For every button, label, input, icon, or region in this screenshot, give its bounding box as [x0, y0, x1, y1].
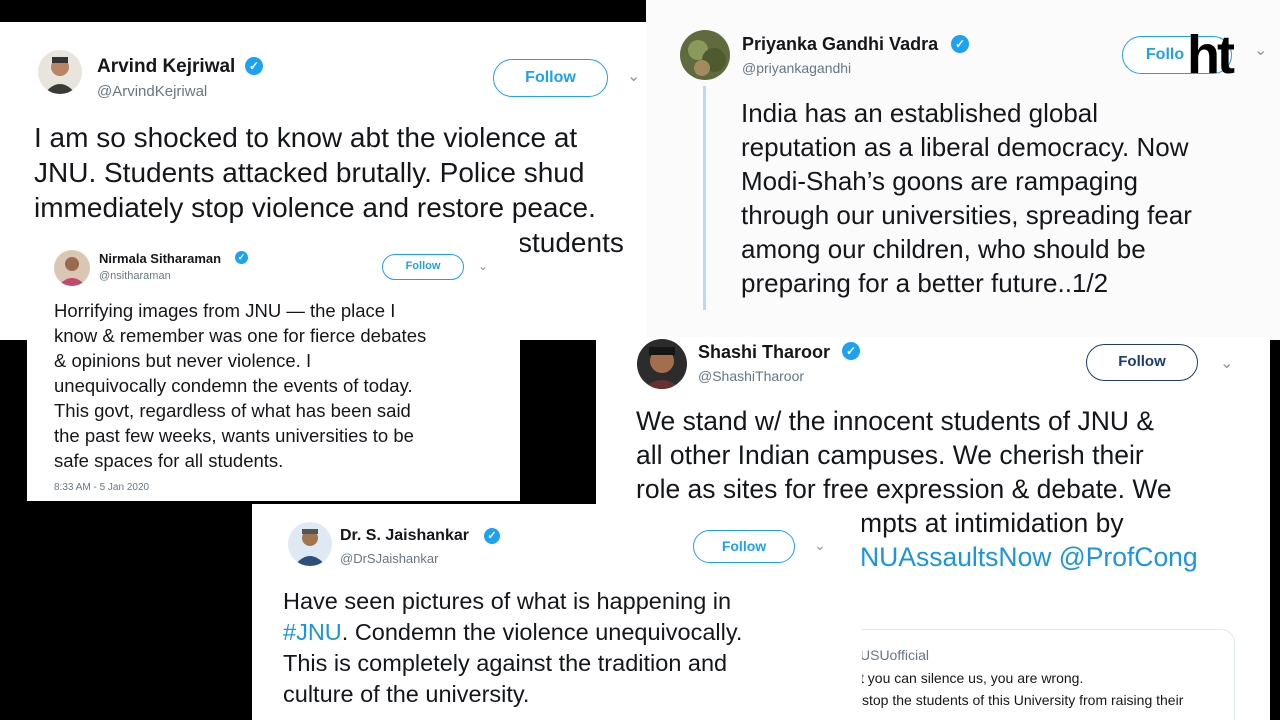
author-handle[interactable]: @nsitharaman — [99, 270, 171, 282]
tweet-text-line: mpts at intimidation by — [860, 508, 1124, 538]
profile-photo-icon — [643, 347, 681, 389]
chevron-down-icon[interactable]: ⌄ — [478, 259, 488, 273]
avatar[interactable] — [54, 250, 90, 286]
profile-photo-icon — [58, 257, 86, 286]
author-handle[interactable]: @ArvindKejriwal — [97, 83, 207, 100]
tweet-card-jaishankar: Dr. S. Jaishankar ✓ @DrSJaishankar Follo… — [252, 504, 862, 720]
author-handle[interactable]: @priyankagandhi — [742, 60, 851, 76]
profile-photo-icon — [294, 529, 326, 566]
tweet-card-priyanka: Priyanka Gandhi Vadra ✓ @priyankagandhi … — [646, 0, 1280, 340]
tweet-text-line: culture of the university. — [283, 681, 530, 707]
tweet-text-line: all other Indian campuses. We cherish th… — [636, 440, 1144, 470]
ht-logo: ht — [1187, 25, 1235, 85]
tweet-text-line: This is completely against the tradition… — [283, 650, 728, 676]
tweet-card-nirmala: Nirmala Sitharaman ✓ @nsitharaman Follow… — [27, 237, 520, 501]
tweet-text-line: #JNU. Condemn the violence unequivocally… — [283, 619, 742, 646]
chevron-down-icon[interactable]: ⌄ — [814, 537, 826, 554]
author-name[interactable]: Shashi Tharoor — [698, 342, 830, 363]
verified-badge-icon: ✓ — [235, 251, 248, 264]
follow-button[interactable]: Follow — [1086, 344, 1198, 381]
tweet-text-line: students — [518, 227, 624, 258]
author-name[interactable]: Nirmala Sitharaman — [99, 251, 221, 266]
tweet-text-line: JNU. Students attacked brutally. Police … — [34, 157, 585, 188]
follow-button[interactable]: Follow — [382, 254, 464, 280]
chevron-down-icon[interactable]: ⌄ — [627, 66, 640, 86]
avatar[interactable] — [680, 30, 730, 80]
thread-line — [703, 86, 706, 310]
profile-photo-icon — [688, 40, 726, 76]
follow-button[interactable]: Follow — [493, 59, 608, 97]
quoted-handle[interactable]: USUofficial — [860, 647, 929, 663]
tweet-text-span: . Condemn the violence unequivocally. — [341, 619, 743, 645]
verified-badge-icon: ✓ — [951, 35, 969, 53]
author-name[interactable]: Dr. S. Jaishankar — [340, 527, 469, 545]
tweet-text-line: immediately stop violence and restore pe… — [34, 192, 596, 223]
avatar[interactable] — [637, 339, 687, 389]
author-handle[interactable]: @DrSJaishankar — [340, 551, 438, 566]
tweet-text-line: Have seen pictures of what is happening … — [283, 588, 732, 614]
verified-badge-icon: ✓ — [484, 528, 500, 544]
timestamp[interactable]: 8:33 AM - 5 Jan 2020 — [54, 482, 149, 493]
chevron-down-icon[interactable]: ⌄ — [1254, 40, 1267, 60]
quoted-text-line: t you can silence us, you are wrong. — [860, 670, 1084, 686]
author-handle[interactable]: @ShashiTharoor — [698, 368, 804, 384]
profile-photo-icon — [44, 57, 76, 94]
tweet-text-line: I am so shocked to know abt the violence… — [34, 122, 578, 153]
author-name[interactable]: Arvind Kejriwal — [97, 56, 235, 78]
quoted-text-line: stop the students of this University fro… — [862, 692, 1184, 708]
hashtag-link[interactable]: NUAssaultsNow @ProfCong — [860, 542, 1198, 573]
avatar[interactable] — [38, 50, 82, 94]
tweet-text-line: We stand w/ the innocent students of JNU… — [636, 406, 1155, 436]
hashtag-link[interactable]: #JNU — [283, 619, 342, 645]
follow-button[interactable]: Follow — [693, 530, 795, 563]
verified-badge-icon: ✓ — [245, 57, 263, 75]
tweet-text-line: role as sites for free expression & deba… — [636, 474, 1172, 504]
avatar[interactable] — [288, 522, 332, 566]
tweet-text: Horrifying images from JNU — the place I… — [54, 300, 427, 471]
tweet-text: India has an established global reputati… — [741, 98, 1192, 298]
author-name[interactable]: Priyanka Gandhi Vadra — [742, 34, 938, 55]
verified-badge-icon: ✓ — [842, 342, 860, 360]
chevron-down-icon[interactable]: ⌄ — [1220, 353, 1233, 373]
